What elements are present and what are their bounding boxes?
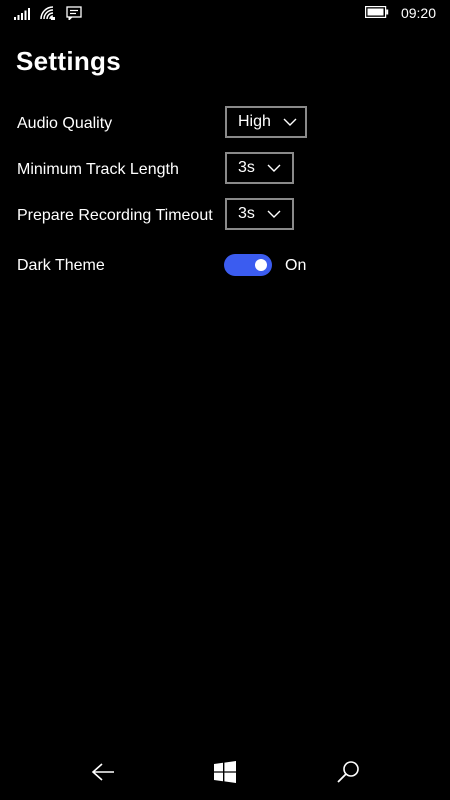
chevron-down-icon (267, 210, 281, 218)
dark-theme-label: Dark Theme (17, 257, 105, 274)
signal-icon (14, 7, 30, 25)
battery-icon (364, 5, 389, 21)
navigation-bar (0, 748, 450, 800)
min-track-length-value: 3s (238, 159, 255, 176)
status-icons-right: 09:20 (364, 5, 436, 21)
back-arrow-icon (91, 762, 115, 787)
min-track-length-label: Minimum Track Length (17, 161, 179, 178)
dark-theme-toggle[interactable] (224, 254, 272, 276)
toggle-knob (255, 259, 267, 271)
audio-quality-value: High (238, 113, 271, 130)
chevron-down-icon (267, 164, 281, 172)
clock-time: 09:20 (400, 5, 436, 21)
windows-icon (214, 760, 236, 788)
search-button[interactable] (333, 760, 363, 788)
prepare-timeout-select[interactable]: 3s (225, 198, 294, 230)
setting-row-audio-quality: Audio Quality High (17, 106, 437, 142)
start-button[interactable] (210, 760, 240, 788)
search-icon (336, 760, 360, 789)
audio-quality-label: Audio Quality (17, 115, 113, 132)
status-icons-left (14, 6, 82, 25)
setting-row-dark-theme: Dark Theme On (17, 250, 437, 282)
wifi-icon (40, 6, 56, 25)
setting-row-min-track-length: Minimum Track Length 3s (17, 152, 437, 188)
status-bar: 09:20 (0, 0, 450, 28)
message-icon (66, 6, 82, 25)
audio-quality-select[interactable]: High (225, 106, 307, 138)
min-track-length-select[interactable]: 3s (225, 152, 294, 184)
back-button[interactable] (88, 760, 118, 788)
chevron-down-icon (283, 118, 297, 126)
dark-theme-state: On (285, 257, 307, 274)
setting-row-prepare-timeout: Prepare Recording Timeout 3s (17, 198, 437, 234)
prepare-timeout-value: 3s (238, 205, 255, 222)
page-title: Settings (16, 46, 121, 76)
prepare-timeout-label: Prepare Recording Timeout (17, 207, 213, 224)
